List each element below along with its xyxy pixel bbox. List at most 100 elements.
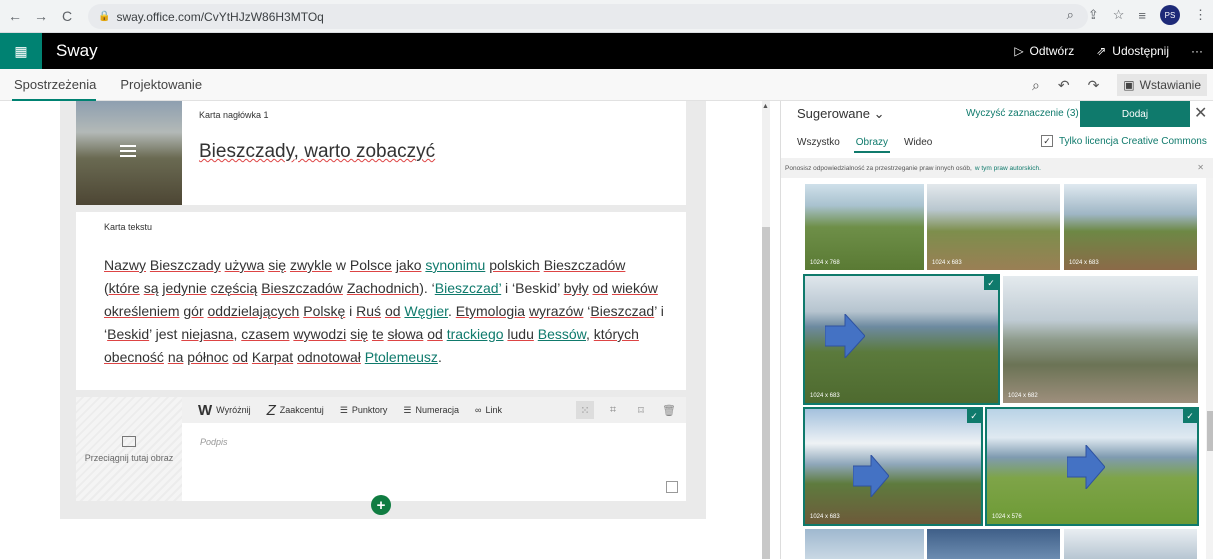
image-result-selected[interactable]: ✓ 1024 x 683 [803,407,983,526]
notice-close-icon[interactable]: ✕ [1197,163,1204,172]
filter-video[interactable]: Wideo [904,137,932,148]
image-size-label: 1024 x 683 [810,393,840,399]
image-result[interactable] [1064,529,1197,559]
text-card[interactable]: Karta tekstu Nazwy Bieszczady używa się … [76,212,686,390]
text-card-label: Karta tekstu [104,222,153,232]
checkmark-icon: ✓ [1183,409,1197,423]
image-drop-zone[interactable]: Przeciągnij tutaj obraz [76,397,182,501]
editor-scrollbar[interactable]: ▲ [762,101,770,559]
fit-icon[interactable]: ⌑ [632,401,650,419]
storyline-canvas: Karta nagłówka 1 Bieszczady, warto zobac… [60,101,706,519]
add-card-button[interactable]: + [371,495,391,515]
copyright-link[interactable]: w tym praw autorskich. [975,165,1041,172]
image-card[interactable]: Przeciągnij tutaj obraz W Wyróżnij Z Zaakc… [76,397,686,501]
address-bar[interactable]: 🔒 sway.office.com/CvYtHJzW86H3MTOq [88,4,1088,29]
image-result[interactable]: 1024 x 682 [1003,276,1198,403]
image-result[interactable] [927,529,1060,559]
back-icon[interactable]: ← [4,5,26,27]
undo-icon[interactable]: ↶ [1058,77,1070,94]
bold-w-icon: W [198,401,213,419]
share-button[interactable]: ⇗ Udostępnij [1096,44,1169,58]
link-button[interactable]: ∞ Link [475,405,502,415]
image-result-selected[interactable]: ✓ 1024 x 683 [803,274,1000,405]
image-result[interactable] [805,529,924,559]
image-result[interactable]: 1024 x 683 [1064,184,1197,270]
app-header: ▦ Sway ▷ Odtwórz ⇗ Udostępnij ··· [0,33,1213,69]
close-icon[interactable]: ✕ [1194,103,1207,123]
search-icon[interactable]: ⌕ [1032,77,1040,94]
app-launcher-icon[interactable]: ▦ [0,33,42,69]
browser-toolbar: ← → C 🔒 sway.office.com/CvYtHJzW86H3MTOq… [0,0,1213,33]
suggested-dropdown[interactable]: Sugerowane ⌄ [797,106,885,122]
tabs-actions: ⌕ ↶ ↷ ▣ Wstawianie [1032,69,1207,101]
creative-commons-toggle[interactable]: ✓ Tylko licencja Creative Commons [1041,135,1207,147]
reading-list-icon[interactable]: ≡ [1138,8,1146,23]
insert-button[interactable]: ▣ Wstawianie [1117,74,1207,96]
bookmark-star-icon[interactable]: ☆ [1113,7,1125,23]
media-filters: Wszystko Obrazy Wideo ✓ Tylko licencja C… [781,129,1213,155]
panel-scrollbar-thumb[interactable] [1207,411,1213,451]
insert-panel: Sugerowane ⌄ Wyczyść zaznaczenie (3) Dod… [780,101,1213,559]
add-button[interactable]: Dodaj [1080,101,1190,127]
more-options-icon[interactable]: ··· [1191,44,1203,58]
editor-scrollbar-thumb[interactable] [762,227,770,559]
redo-icon[interactable]: ↷ [1088,77,1100,94]
card-checkbox[interactable] [666,481,678,493]
zoom-icon[interactable]: ⌕ [1067,7,1074,23]
clear-selection-link[interactable]: Wyczyść zaznaczenie (3) [966,108,1079,119]
play-label: Odtwórz [1029,44,1075,58]
accent-button[interactable]: Z Zaakcentuj [267,402,324,419]
focus-points-icon[interactable]: ⁙ [576,401,594,419]
image-size-label: 1024 x 682 [1008,393,1038,399]
image-size-label: 1024 x 683 [1069,260,1099,266]
numbering-icon: ☰ [403,404,412,415]
link-icon: ∞ [475,405,482,415]
reload-icon[interactable]: C [56,5,78,27]
text-card-body[interactable]: Nazwy Bieszczady używa się zwykle w Pols… [104,254,664,369]
image-size-label: 1024 x 768 [810,260,840,266]
filter-images[interactable]: Obrazy [853,137,891,153]
bullets-button[interactable]: ☰ Punktory [340,405,388,416]
heading-title[interactable]: Bieszczady, warto zobaczyć [199,141,435,163]
numbering-button[interactable]: ☰ Numeracja [403,405,459,416]
image-size-label: 1024 x 683 [932,260,962,266]
tab-design[interactable]: Projektowanie [108,69,214,101]
scroll-up-icon[interactable]: ▲ [762,103,769,110]
panel-scrollbar[interactable] [1206,178,1213,559]
url-text: sway.office.com/CvYtHJzW86H3MTOq [116,9,324,24]
image-result-selected[interactable]: ✓ 1024 x 576 [985,407,1199,526]
heading-card-image[interactable] [76,101,182,205]
header-actions: ▷ Odtwórz ⇗ Udostępnij ··· [1014,33,1203,69]
image-result[interactable]: 1024 x 768 [805,184,924,270]
panel-header: Sugerowane ⌄ Wyczyść zaznaczenie (3) Dod… [781,101,1213,127]
insert-label: Wstawianie [1139,78,1201,92]
checkmark-icon: ✓ [967,409,981,423]
heading-card[interactable]: Karta nagłówka 1 Bieszczady, warto zobac… [76,101,686,205]
share-page-icon[interactable]: ⇪ [1088,7,1099,23]
numbering-label: Numeracja [415,405,460,415]
emphasize-button[interactable]: W Wyróżnij [198,402,251,419]
crop-icon[interactable]: ⌗ [604,401,622,419]
filter-all[interactable]: Wszystko [797,137,840,148]
image-drop-label: Przeciągnij tutaj obraz [84,452,174,463]
background-image-icon [120,145,136,157]
tab-storyline[interactable]: Spostrzeżenia [0,69,108,101]
lock-icon: 🔒 [98,11,111,22]
play-button[interactable]: ▷ Odtwórz [1014,44,1074,58]
insert-icon: ▣ [1123,78,1135,92]
image-result[interactable]: 1024 x 683 [927,184,1060,270]
browser-menu-icon[interactable]: ⋮ [1194,7,1207,23]
app-name: Sway [56,41,98,60]
heading-card-label: Karta nagłówka 1 [199,110,269,120]
annotation-arrow-icon [853,455,889,497]
profile-avatar[interactable]: PS [1160,5,1180,25]
annotation-arrow-icon [825,314,865,358]
bullets-icon: ☰ [339,404,348,415]
caption-input[interactable]: Podpis [200,437,228,447]
delete-icon[interactable]: 🗑 [660,401,678,419]
storyline-editor: Karta nagłówka 1 Bieszczady, warto zobac… [0,101,770,559]
checkmark-icon: ✓ [984,276,998,290]
chevron-down-icon: ⌄ [873,106,885,121]
formatting-toolbar: W Wyróżnij Z Zaakcentuj ☰ Punktory ☰ Numerac… [182,397,686,423]
forward-icon[interactable]: → [30,5,52,27]
